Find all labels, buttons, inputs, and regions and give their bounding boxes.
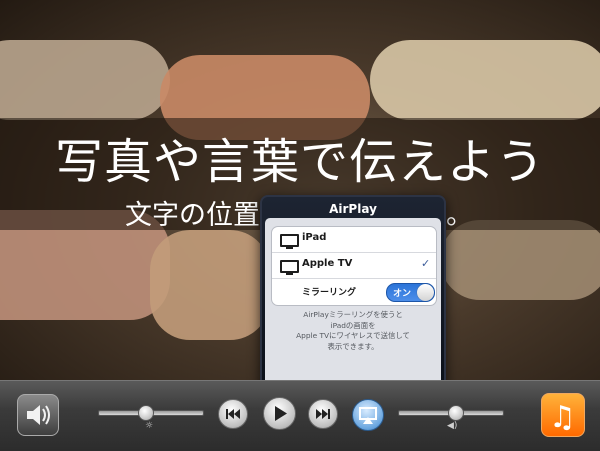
play-button[interactable] (263, 397, 296, 430)
rewind-button[interactable] (218, 399, 248, 429)
device-label: Apple TV (302, 258, 353, 269)
music-note-icon: ♫ (549, 400, 576, 435)
device-label: iPad (302, 232, 327, 243)
popover-body: iPad Apple TV ✓ ミラーリング オン AirPlayミラーリングを… (265, 218, 441, 387)
popover-title: AirPlay (329, 202, 377, 216)
checkmark-icon: ✓ (421, 257, 431, 270)
chalk-log (440, 220, 600, 300)
mirroring-label: ミラーリング (302, 288, 357, 298)
chalk-log (0, 40, 170, 120)
airplay-icon (359, 407, 377, 424)
toggle-state-label: オン (393, 289, 412, 299)
device-row-ipad[interactable]: iPad (272, 227, 436, 253)
mirroring-row: ミラーリング オン (272, 279, 436, 304)
music-glyph: ♫ (549, 400, 576, 435)
rewind-icon (226, 409, 240, 419)
airplay-button[interactable] (352, 399, 384, 431)
speaker-icon (27, 405, 50, 425)
speaker-small-icon: ◀) (447, 421, 458, 431)
device-list: iPad Apple TV ✓ ミラーリング オン (271, 226, 437, 306)
airplay-popover: AirPlay iPad Apple TV ✓ ミラーリング オン AirPla… (260, 195, 446, 392)
speaker-app-icon[interactable] (17, 394, 59, 436)
tv-icon (280, 234, 299, 249)
toggle-knob (417, 284, 434, 301)
subline-text-end: 。 (446, 200, 473, 231)
music-app-icon[interactable]: ♫ (541, 393, 585, 437)
chalk-log (150, 230, 270, 340)
brightness-slider-knob[interactable] (137, 405, 154, 421)
sun-icon: ☼ (145, 421, 154, 431)
fast-forward-icon (316, 409, 330, 419)
multitasking-bar: ♫ (0, 380, 600, 451)
mirroring-toggle[interactable]: オン (386, 283, 435, 302)
play-icon (275, 406, 287, 421)
chalk-log (370, 40, 600, 120)
headline-text: 写真や言葉で伝えよう (54, 134, 545, 190)
tv-icon (280, 260, 299, 275)
subline-text: 文字の位置 (125, 200, 260, 231)
fast-forward-button[interactable] (308, 399, 338, 429)
device-row-apple-tv[interactable]: Apple TV ✓ (272, 253, 436, 279)
mirroring-note: AirPlayミラーリングを使うと iPadの画面を Apple TVにワイヤレスで… (296, 310, 410, 351)
